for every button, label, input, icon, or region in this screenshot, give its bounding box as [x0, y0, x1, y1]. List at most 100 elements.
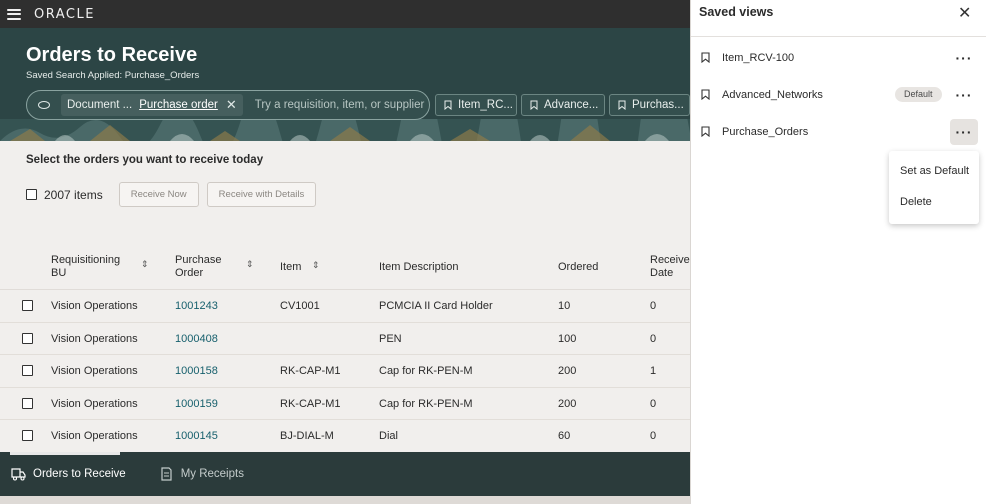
column-header-item[interactable]: Item — [280, 261, 301, 274]
cell-received: 0 — [650, 430, 657, 442]
column-header-ordered: Ordered — [558, 261, 599, 273]
sort-icon[interactable]: ⇕ — [312, 260, 320, 271]
table-row[interactable]: Vision Operations 1000159 RK-CAP-M1 Cap … — [0, 388, 690, 420]
filter-chip-value[interactable]: Purchase order — [139, 99, 218, 111]
hero-banner: Orders to Receive Saved Search Applied: … — [0, 28, 690, 141]
cell-bu: Vision Operations — [51, 332, 138, 345]
menu-item-set-as-default[interactable]: Set as Default — [900, 165, 969, 177]
more-options-button[interactable]: ··· — [950, 82, 978, 108]
cell-item: RK-CAP-M1 — [280, 397, 341, 410]
cell-ordered: 200 — [558, 397, 577, 410]
receipt-icon — [161, 467, 172, 481]
cell-received: 0 — [650, 332, 657, 345]
filter-chip[interactable]: Document ... Purchase order ✕ — [61, 94, 243, 116]
more-options-button[interactable]: ··· — [950, 119, 978, 145]
search-input[interactable]: Try a requisition, item, or supplier — [255, 99, 425, 111]
saved-views-panel: Saved views ✕ Item_RCV-100 ··· Advanced_… — [690, 0, 986, 504]
menu-item-delete[interactable]: Delete — [900, 196, 932, 208]
cell-bu: Vision Operations — [51, 397, 138, 410]
bookmark-icon — [618, 100, 626, 110]
saved-view-chip-purchase[interactable]: Purchas... — [609, 94, 690, 116]
tab-my-receipts[interactable]: My Receipts — [148, 452, 244, 496]
sort-icon[interactable]: ⇕ — [141, 259, 149, 270]
column-header-bu[interactable]: Requisitioning BU — [51, 254, 131, 280]
cell-ordered: 200 — [558, 365, 577, 377]
divider — [691, 36, 986, 37]
top-bar: ORACLE — [0, 0, 690, 28]
receive-now-button[interactable]: Receive Now — [118, 182, 199, 207]
cell-po-link[interactable]: 1000158 — [175, 365, 218, 377]
tab-label: Orders to Receive — [33, 468, 126, 480]
table-row[interactable]: Vision Operations 1001243 CV1001 PCMCIA … — [0, 290, 690, 323]
cell-received: 0 — [650, 300, 657, 312]
bookmark-icon — [530, 100, 538, 110]
table-row[interactable]: Vision Operations 1000158 RK-CAP-M1 Cap … — [0, 355, 690, 388]
table-row[interactable]: Vision Operations 1000145 BJ-DIAL-M Dial… — [0, 420, 690, 453]
orders-table: Requisitioning BU ⇕ Purchase Order ⇕ Ite… — [0, 245, 690, 453]
column-header-receive-date: Receive Date — [650, 254, 690, 279]
cell-item: RK-CAP-M1 — [280, 365, 341, 377]
cell-bu: Vision Operations — [51, 300, 138, 312]
more-options-button[interactable]: ··· — [950, 45, 978, 71]
bottom-nav: Orders to Receive My Receipts — [0, 452, 690, 496]
cell-ordered: 60 — [558, 430, 571, 442]
default-badge: Default — [895, 87, 942, 102]
saved-search-label: Saved Search Applied: Purchase_Orders — [26, 70, 200, 81]
search-icon — [38, 101, 50, 109]
page-title: Orders to Receive — [26, 44, 198, 66]
cell-ordered: 100 — [558, 332, 577, 345]
cell-bu: Vision Operations — [51, 430, 138, 442]
search-bar[interactable]: Document ... Purchase order ✕ Try a requ… — [26, 90, 430, 120]
cell-bu: Vision Operations — [51, 365, 138, 377]
saved-view-chip-item-rcv[interactable]: Item_RC... — [435, 94, 517, 116]
saved-view-label: Advanced_Networks — [722, 89, 823, 101]
cell-description: Dial — [379, 430, 398, 442]
panel-title: Saved views — [699, 5, 774, 19]
cell-ordered: 10 — [558, 300, 571, 312]
decorative-pattern — [0, 119, 690, 141]
close-icon[interactable]: ✕ — [958, 3, 971, 23]
window-bottom-strip — [0, 496, 690, 504]
tab-label: My Receipts — [180, 468, 244, 480]
bookmark-icon — [701, 126, 710, 137]
saved-view-item[interactable]: Purchase_Orders ··· — [691, 117, 986, 147]
receive-with-details-button[interactable]: Receive with Details — [206, 182, 317, 207]
remove-filter-icon[interactable]: ✕ — [226, 97, 237, 113]
filter-chip-label: Document ... — [67, 99, 133, 111]
cell-received: 0 — [650, 397, 657, 410]
cell-po-link[interactable]: 1000408 — [175, 333, 218, 345]
cell-description: PCMCIA II Card Holder — [379, 300, 493, 312]
column-header-po[interactable]: Purchase Order — [175, 254, 230, 280]
cell-description: Cap for RK-PEN-M — [379, 365, 473, 377]
table-header: Requisitioning BU ⇕ Purchase Order ⇕ Ite… — [0, 245, 690, 290]
saved-view-item[interactable]: Advanced_Networks Default ··· — [691, 80, 986, 110]
row-checkbox[interactable] — [22, 397, 33, 409]
tab-orders-to-receive[interactable]: Orders to Receive — [0, 452, 126, 496]
instruction-text: Select the orders you want to receive to… — [26, 154, 264, 166]
sort-icon[interactable]: ⇕ — [246, 259, 254, 270]
select-all-checkbox[interactable] — [26, 189, 37, 200]
saved-view-label: Item_RCV-100 — [722, 52, 795, 64]
row-checkbox[interactable] — [22, 430, 33, 441]
bookmark-icon — [701, 52, 710, 63]
saved-view-chip-advanced[interactable]: Advance... — [521, 94, 605, 116]
row-checkbox[interactable] — [22, 365, 33, 376]
row-checkbox[interactable] — [22, 332, 33, 344]
cell-po-link[interactable]: 1001243 — [175, 300, 218, 312]
row-checkbox[interactable] — [22, 300, 33, 311]
cell-received: 1 — [650, 365, 657, 377]
saved-view-item[interactable]: Item_RCV-100 ··· — [691, 43, 986, 73]
more-options-menu: Set as Default Delete — [889, 151, 979, 224]
brand-logo: ORACLE — [34, 6, 95, 22]
bookmark-icon — [701, 89, 710, 100]
cell-description: PEN — [379, 332, 402, 345]
hamburger-menu-icon[interactable] — [7, 8, 21, 20]
column-header-description: Item Description — [379, 261, 459, 273]
items-count: 2007 items — [44, 187, 103, 202]
cell-item: BJ-DIAL-M — [280, 430, 334, 442]
cell-po-link[interactable]: 1000159 — [175, 398, 218, 410]
saved-view-label: Purchase_Orders — [722, 126, 809, 138]
cell-item: CV1001 — [280, 300, 320, 312]
cell-po-link[interactable]: 1000145 — [175, 430, 218, 442]
table-row[interactable]: Vision Operations 1000408 PEN 100 0 — [0, 323, 690, 355]
